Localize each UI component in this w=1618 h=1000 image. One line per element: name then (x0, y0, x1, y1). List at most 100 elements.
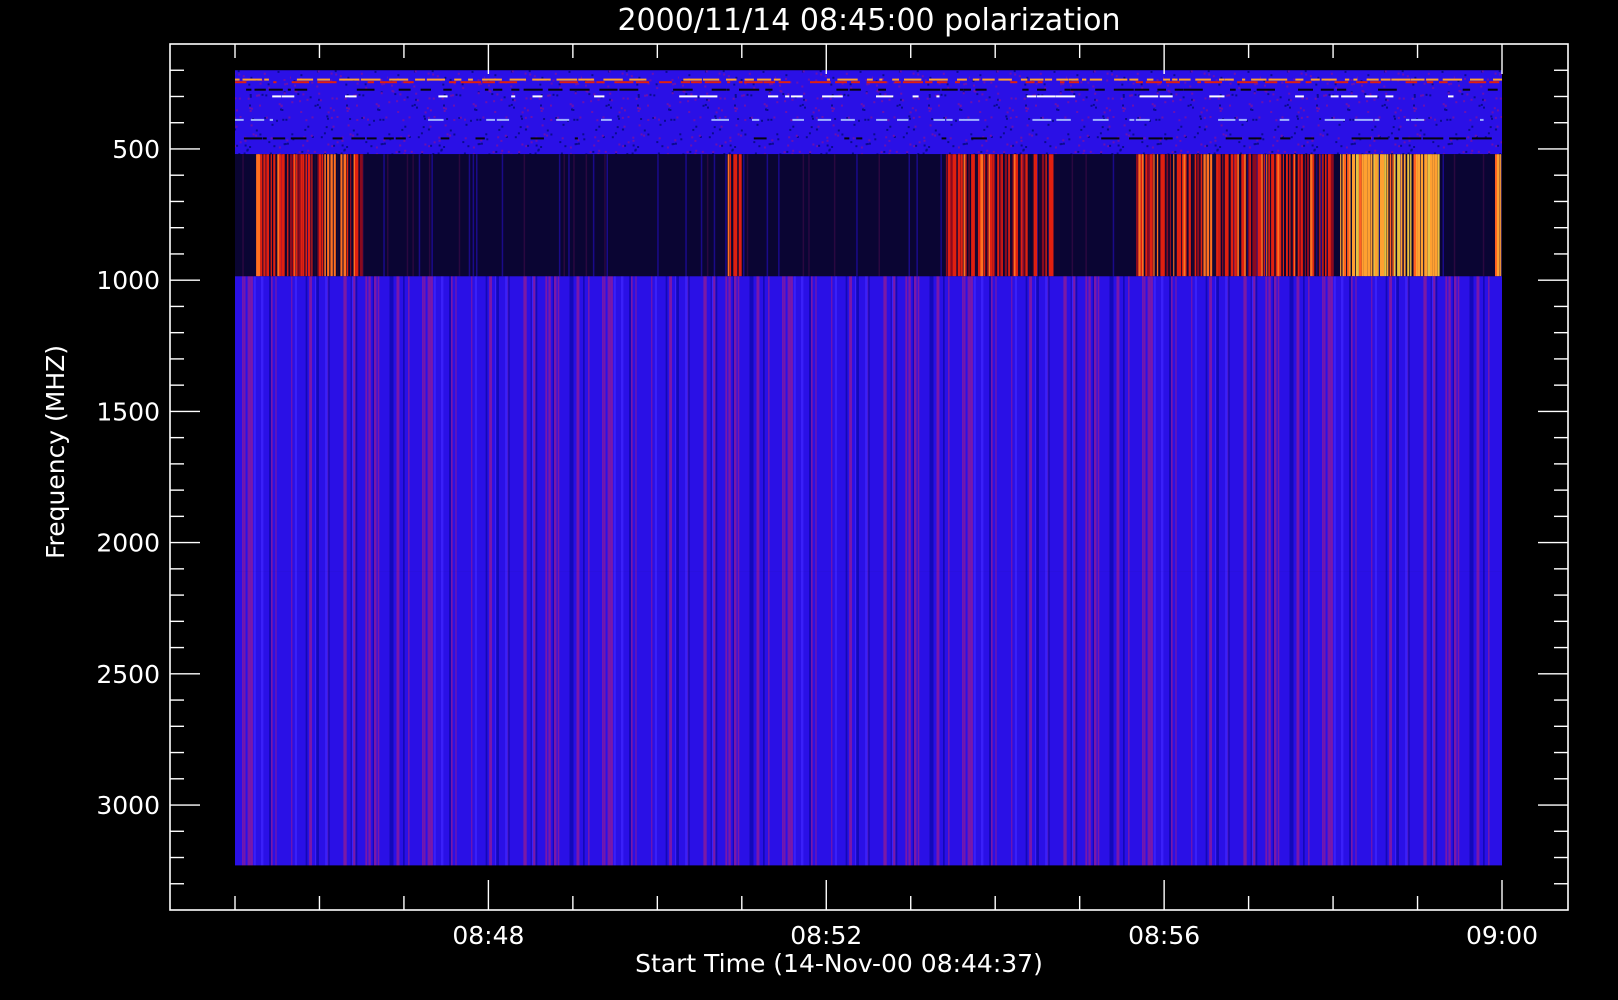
burst-column (740, 154, 742, 277)
noise-line (1204, 81, 1222, 84)
noise-line (894, 81, 901, 84)
noise-line (594, 95, 605, 98)
noise-line (1439, 81, 1448, 84)
noise-line (680, 81, 691, 84)
noise-line (711, 88, 726, 91)
quiet-column (1453, 154, 1456, 277)
burst-column (1138, 154, 1141, 277)
noise-line (1487, 88, 1498, 91)
noise-line (1448, 95, 1454, 98)
burst-column (1245, 154, 1248, 277)
noise-line (426, 78, 445, 81)
noise-line (296, 78, 314, 81)
burst-column (260, 154, 263, 277)
burst-column (986, 154, 989, 277)
noise-line (897, 118, 909, 121)
noise-line (919, 88, 941, 91)
quiet-column (746, 154, 749, 277)
noise-line (738, 81, 743, 84)
noise-line (440, 137, 450, 140)
noise-line (272, 95, 282, 98)
burst-column (1004, 154, 1007, 277)
spectrogram-figure: 500 1000 1500 2000 2500 3000 08:48 08:52 08:56 09… (0, 0, 1618, 1000)
noise-line (268, 88, 283, 91)
burst-column (324, 154, 326, 277)
burst-column (1403, 154, 1406, 277)
burst-column (319, 154, 321, 277)
noise-line (1070, 88, 1089, 91)
quiet-column (1320, 154, 1322, 277)
burst-column (1397, 154, 1401, 277)
burst-column (1216, 154, 1219, 277)
noise-line (1159, 95, 1173, 98)
x-tick-label: 08:48 (452, 921, 524, 950)
noise-line (1493, 78, 1502, 81)
noise-line (1265, 81, 1278, 84)
burst-column (287, 154, 289, 277)
burst-column (1035, 154, 1038, 277)
noise-line (1280, 137, 1291, 140)
noise-line (614, 81, 634, 84)
noise-line (420, 88, 431, 91)
noise-line (1426, 78, 1439, 81)
noise-line (1385, 95, 1394, 98)
quiet-column (418, 154, 421, 277)
noise-line (892, 78, 899, 81)
burst-column (1430, 154, 1433, 277)
noise-line (1238, 118, 1247, 121)
spectrogram-plot: 500 1000 1500 2000 2500 3000 08:48 08:52 08:56 09… (41, 3, 1569, 978)
noise-line (1129, 78, 1139, 81)
noise-line (523, 88, 543, 91)
y-tick-label: 2500 (96, 660, 160, 689)
burst-column (337, 154, 339, 277)
noise-line (1334, 81, 1349, 84)
burst-column (1392, 154, 1394, 277)
burst-column (1203, 154, 1206, 277)
quiet-column (916, 154, 918, 277)
burst-column (1234, 154, 1237, 277)
noise-line (1056, 78, 1069, 81)
burst-column (1349, 154, 1351, 277)
noise-line (1134, 88, 1150, 91)
noise-line (262, 137, 267, 140)
burst-column (1136, 154, 1139, 277)
noise-line (281, 95, 295, 98)
noise-line (556, 118, 570, 121)
noise-line (699, 95, 718, 98)
y-tick-label: 500 (112, 135, 160, 164)
spectrogram-image (235, 70, 1502, 866)
noise-line (415, 78, 426, 81)
noise-line (904, 78, 922, 81)
noise-line (840, 118, 855, 121)
burst-column (1142, 154, 1144, 277)
quiet-column (657, 154, 659, 277)
noise-line (946, 118, 953, 121)
burst-column (1410, 154, 1412, 277)
burst-column (1249, 154, 1251, 277)
quiet-column (558, 154, 561, 277)
noise-line (659, 81, 672, 84)
noise-line (1489, 81, 1500, 84)
quiet-column (472, 154, 475, 277)
noise-line (493, 88, 503, 91)
quiet-column (706, 154, 709, 277)
quiet-column (412, 154, 414, 277)
noise-line (757, 78, 772, 81)
noise-line (998, 78, 1012, 81)
noise-line (1157, 88, 1166, 91)
noise-line (1032, 118, 1052, 121)
noise-line (596, 81, 605, 84)
burst-column (321, 154, 324, 277)
noise-line (254, 88, 266, 91)
noise-line (902, 81, 923, 84)
noise-line (1148, 137, 1163, 140)
burst-column (1224, 154, 1228, 277)
burst-column (346, 154, 349, 277)
burst-column (1151, 154, 1153, 277)
quiet-column (468, 154, 471, 277)
noise-line (1146, 78, 1154, 81)
noise-line (291, 81, 309, 84)
burst-column (1181, 154, 1184, 277)
noise-line (619, 88, 639, 91)
burst-column (265, 154, 267, 277)
